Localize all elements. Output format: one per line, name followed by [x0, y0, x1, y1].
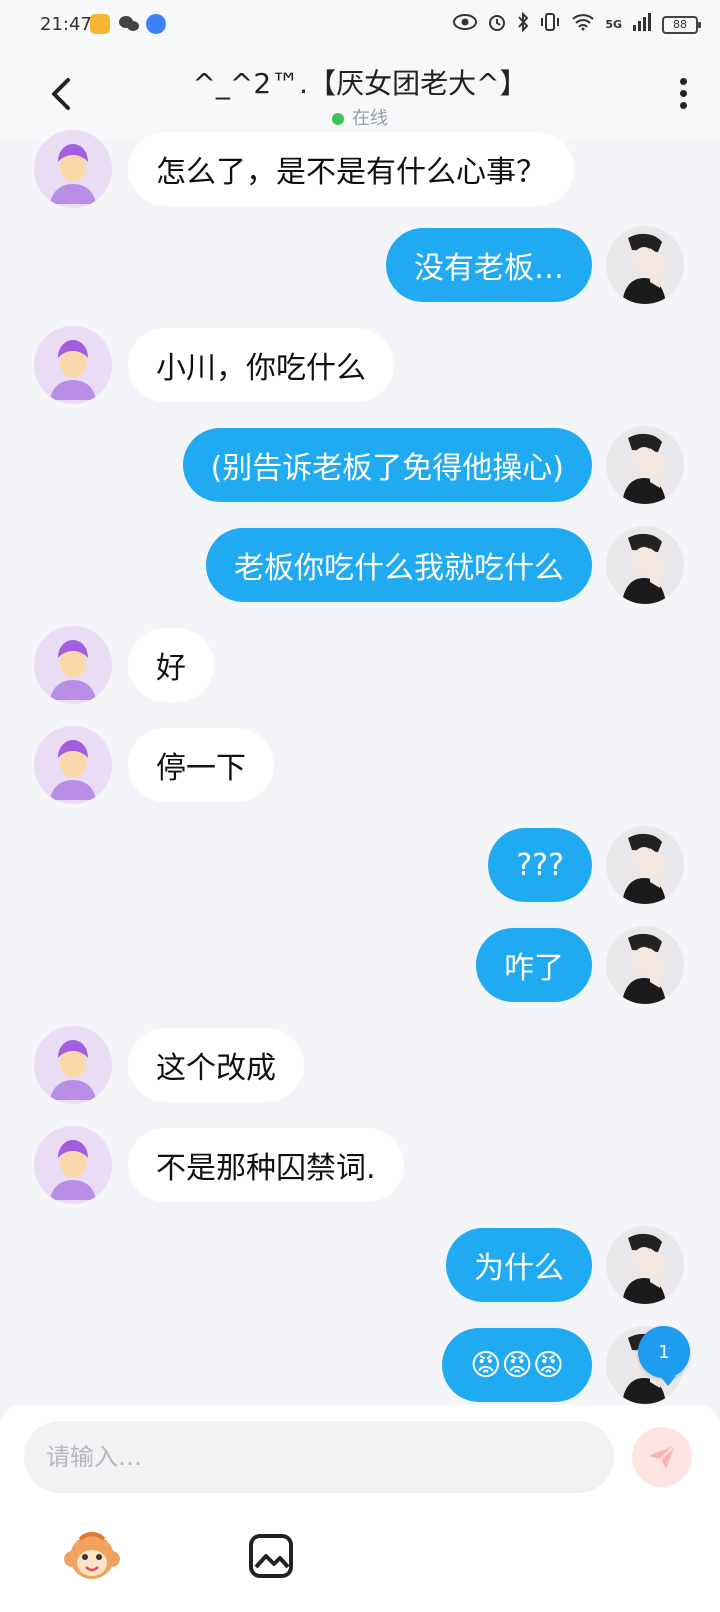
- message-row: 老板你吃什么我就吃什么: [0, 526, 720, 606]
- monkey-emoji-icon: [64, 1532, 120, 1579]
- message-row: 停一下: [0, 726, 720, 806]
- presence-text: 在线: [352, 108, 388, 129]
- status-bar: 21:47 5G 88: [0, 0, 720, 50]
- user-avatar[interactable]: [606, 926, 684, 1004]
- contact-avatar[interactable]: [34, 626, 112, 704]
- message-input[interactable]: [24, 1421, 614, 1493]
- message-bubble[interactable]: 停一下: [128, 728, 274, 802]
- image-picker-button[interactable]: [248, 1533, 294, 1579]
- message-bubble[interactable]: 😡😡😡: [442, 1328, 592, 1402]
- wifi-icon: [571, 13, 595, 36]
- message-row: 咋了: [0, 926, 720, 1006]
- wechat-icon: [118, 14, 139, 34]
- message-row: 怎么了，是不是有什么心事？: [0, 130, 720, 210]
- message-bubble[interactable]: 小川，你吃什么: [128, 328, 394, 402]
- status-time: 21:47: [40, 14, 92, 35]
- image-icon: [249, 1534, 293, 1578]
- signal-icon: [632, 13, 652, 36]
- emoji-sticker-button[interactable]: [62, 1529, 122, 1585]
- online-dot-icon: [332, 113, 344, 125]
- user-avatar[interactable]: [606, 426, 684, 504]
- message-bubble[interactable]: 怎么了，是不是有什么心事？: [128, 132, 574, 206]
- message-row: ???: [0, 826, 720, 906]
- message-bubble[interactable]: 这个改成: [128, 1028, 304, 1102]
- dot-icon: [679, 102, 687, 109]
- message-bubble[interactable]: 为什么: [446, 1228, 592, 1302]
- eye-icon: [453, 14, 478, 35]
- alarm-icon: [487, 12, 507, 37]
- message-row: (别告诉老板了免得他操心): [0, 426, 720, 506]
- send-button[interactable]: [632, 1427, 692, 1487]
- contact-avatar[interactable]: [34, 130, 112, 208]
- contact-avatar[interactable]: [34, 1126, 112, 1204]
- more-options-button[interactable]: [676, 78, 690, 118]
- contact-avatar[interactable]: [34, 1026, 112, 1104]
- message-bubble[interactable]: 没有老板…: [386, 228, 592, 302]
- message-row: 小川，你吃什么: [0, 326, 720, 406]
- weibo-icon: [90, 14, 110, 34]
- message-bubble[interactable]: 好: [128, 628, 214, 702]
- user-avatar[interactable]: [606, 526, 684, 604]
- message-bubble[interactable]: 不是那种囚禁词.: [128, 1128, 404, 1202]
- presence-status: 在线: [0, 104, 720, 130]
- contact-name: ^_^2™.【厌女团老大^】: [192, 67, 528, 100]
- message-bubble[interactable]: 老板你吃什么我就吃什么: [206, 528, 592, 602]
- chat-header: ^_^2™.【厌女团老大^】 在线: [0, 50, 720, 142]
- message-row: 为什么: [0, 1226, 720, 1306]
- dot-icon: [679, 90, 687, 97]
- message-row: 😡😡😡: [0, 1326, 720, 1406]
- message-bubble[interactable]: (别告诉老板了免得他操心): [182, 428, 592, 502]
- browser-icon: [146, 14, 166, 34]
- message-bubble[interactable]: 咋了: [476, 928, 592, 1002]
- message-row: 不是那种囚禁词.: [0, 1126, 720, 1206]
- contact-avatar[interactable]: [34, 726, 112, 804]
- message-row: 好: [0, 626, 720, 706]
- battery-level: 88: [673, 18, 687, 31]
- message-bubble[interactable]: ???: [488, 828, 592, 902]
- unread-count-badge[interactable]: 1: [638, 1326, 690, 1386]
- battery-icon: 88: [662, 15, 701, 34]
- dot-icon: [679, 78, 687, 85]
- contact-avatar[interactable]: [34, 326, 112, 404]
- user-avatar[interactable]: [606, 226, 684, 304]
- vibrate-icon: [539, 12, 561, 37]
- message-row: 这个改成: [0, 1026, 720, 1106]
- bluetooth-icon: [517, 11, 529, 37]
- user-avatar[interactable]: [606, 1226, 684, 1304]
- user-avatar[interactable]: [606, 826, 684, 904]
- message-row: 没有老板…: [0, 226, 720, 306]
- send-icon: [649, 1444, 676, 1469]
- network-type: 5G: [605, 18, 622, 31]
- message-composer: [0, 1405, 720, 1612]
